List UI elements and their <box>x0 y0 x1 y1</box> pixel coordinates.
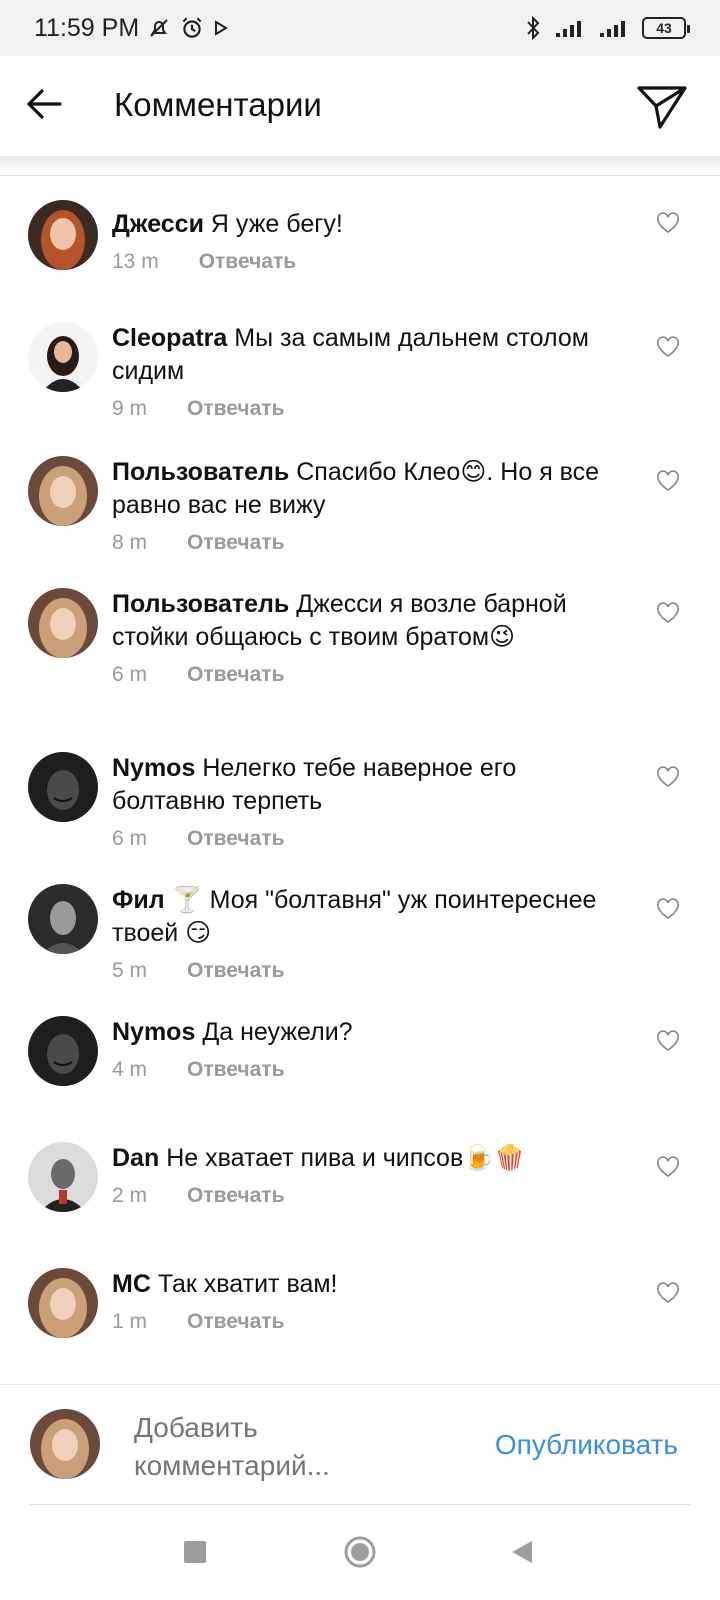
reply-button[interactable]: Отвечать <box>187 1053 284 1086</box>
status-time: 11:59 PM <box>34 13 140 42</box>
comment-body: Dan Не хватает пива и чипсов🍺🍿 2 m Отвеч… <box>112 1142 632 1212</box>
reply-button[interactable]: Отвечать <box>187 954 284 987</box>
heart-icon[interactable] <box>656 1156 680 1178</box>
square-icon <box>184 1541 206 1563</box>
recents-button[interactable] <box>178 1535 212 1569</box>
comment-body: Джесси Я уже бегу! 13 m Отвечать <box>112 208 632 278</box>
comment-body: Фил 🍸 Моя "болтавня" уж поинтереснее тво… <box>112 884 632 987</box>
signal-icon <box>556 21 581 37</box>
comment-text: Не хватает пива и чипсов🍺🍿 <box>166 1144 526 1172</box>
reply-button[interactable]: Отвечать <box>187 1305 284 1338</box>
comment-composer: Опубликовать <box>0 1384 720 1504</box>
avatar[interactable] <box>28 1016 98 1086</box>
comment-meta: 1 m Отвечать <box>112 1305 632 1338</box>
comment-time: 13 m <box>112 250 159 273</box>
comment-username[interactable]: Пользователь <box>112 458 289 486</box>
comment-body: Пользователь Джесси я возле барной стойк… <box>112 588 632 691</box>
comment-meta: 4 m Отвечать <box>112 1053 632 1086</box>
share-button[interactable] <box>634 78 690 134</box>
comment-username[interactable]: Фил 🍸 <box>112 886 203 914</box>
header-divider <box>0 156 720 176</box>
comment-time: 6 m <box>112 663 148 686</box>
battery-level: 43 <box>656 20 672 36</box>
status-left: 11:59 PM <box>34 14 229 43</box>
avatar[interactable] <box>28 322 98 392</box>
comment-time: 6 m <box>112 827 148 850</box>
reply-button[interactable]: Отвечать <box>199 245 296 278</box>
comment-username[interactable]: Пользователь <box>112 590 289 618</box>
reply-button[interactable]: Отвечать <box>187 658 284 691</box>
avatar[interactable] <box>28 588 98 658</box>
avatar[interactable] <box>28 456 98 526</box>
heart-icon[interactable] <box>656 1030 680 1052</box>
comment-meta: 2 m Отвечать <box>112 1179 632 1212</box>
comment-meta: 8 m Отвечать <box>112 526 632 559</box>
reply-button[interactable]: Отвечать <box>187 392 284 425</box>
comment-body: Nymos Да неужели? 4 m Отвечать <box>112 1016 632 1086</box>
comment-input[interactable] <box>134 1409 434 1485</box>
comment-meta: 6 m Отвечать <box>112 658 632 691</box>
paper-plane-icon <box>637 86 687 129</box>
heart-icon[interactable] <box>656 336 680 358</box>
back-triangle-icon <box>512 1541 532 1563</box>
comment-time: 5 m <box>112 959 148 982</box>
status-bar: 11:59 PM 43 <box>0 0 720 56</box>
comment-username[interactable]: Джесси <box>112 210 204 238</box>
home-button[interactable] <box>343 1535 377 1569</box>
comment-time: 2 m <box>112 1184 148 1207</box>
reply-button[interactable]: Отвечать <box>187 822 284 855</box>
comment-meta: 9 m Отвечать <box>112 392 632 425</box>
comment-time: 1 m <box>112 1310 148 1333</box>
heart-icon[interactable] <box>656 212 680 234</box>
comment-body: Cleopatra Мы за самым дальнем столом сид… <box>112 322 632 425</box>
reply-button[interactable]: Отвечать <box>187 526 284 559</box>
comment-body: Пользователь Спасибо Клео😊. Но я все рав… <box>112 456 632 559</box>
comment-text: Так хватит вам! <box>157 1270 338 1298</box>
arrow-left-icon <box>27 89 62 119</box>
avatar[interactable] <box>28 1142 98 1212</box>
comment-time: 9 m <box>112 397 148 420</box>
comment-body: Nymos Нелегко тебе наверное его болтавню… <box>112 752 632 855</box>
comment-username[interactable]: MC <box>112 1270 151 1298</box>
home-circle-icon <box>344 1536 376 1568</box>
avatar[interactable] <box>28 752 98 822</box>
system-back-button[interactable] <box>505 1535 539 1569</box>
comment-body: MC Так хватит вам! 1 m Отвечать <box>112 1268 632 1338</box>
heart-icon[interactable] <box>656 766 680 788</box>
system-navigation-bar <box>0 1505 720 1600</box>
comment-username[interactable]: Dan <box>112 1144 159 1172</box>
status-right: 43 <box>524 15 690 41</box>
play-icon <box>215 20 229 36</box>
comment-username[interactable]: Nymos <box>112 1018 195 1046</box>
comment-username[interactable]: Nymos <box>112 754 195 782</box>
comment-text: Да неужели? <box>202 1018 353 1046</box>
comment-meta: 13 m Отвечать <box>112 245 632 278</box>
heart-icon[interactable] <box>656 602 680 624</box>
alarm-icon <box>182 17 202 38</box>
heart-icon[interactable] <box>656 470 680 492</box>
comment-text: Я уже бегу! <box>210 210 343 238</box>
heart-icon[interactable] <box>656 898 680 920</box>
publish-button[interactable]: Опубликовать <box>495 1429 678 1461</box>
comment-username[interactable]: Cleopatra <box>112 324 227 352</box>
back-button[interactable] <box>22 82 66 126</box>
top-app-bar: Комментарии <box>0 56 720 156</box>
avatar[interactable] <box>28 200 98 270</box>
mute-icon <box>150 19 168 37</box>
avatar[interactable] <box>28 884 98 954</box>
bluetooth-icon <box>527 15 540 41</box>
comment-time: 8 m <box>112 531 148 554</box>
reply-button[interactable]: Отвечать <box>187 1179 284 1212</box>
page-title: Комментарии <box>114 86 322 123</box>
battery-icon: 43 <box>642 17 690 39</box>
comment-time: 4 m <box>112 1058 148 1081</box>
avatar <box>30 1409 100 1479</box>
signal-icon <box>600 21 625 37</box>
comment-meta: 5 m Отвечать <box>112 954 632 987</box>
comment-meta: 6 m Отвечать <box>112 822 632 855</box>
heart-icon[interactable] <box>656 1282 680 1304</box>
avatar[interactable] <box>28 1268 98 1338</box>
